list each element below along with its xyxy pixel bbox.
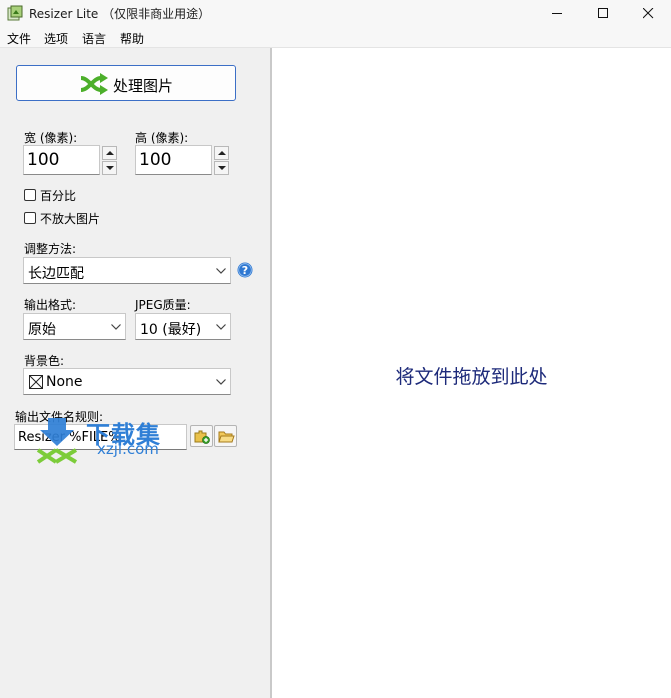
jpeg-quality-select[interactable]: 10 (最好) xyxy=(135,313,231,340)
menu-file[interactable]: 文件 xyxy=(7,30,31,47)
no-enlarge-label: 不放大图片 xyxy=(40,212,101,226)
width-value: 100 xyxy=(27,150,60,170)
height-spin-down[interactable] xyxy=(214,161,229,175)
output-format-select[interactable]: 原始 xyxy=(23,313,126,340)
close-button[interactable] xyxy=(625,0,671,26)
window-title: Resizer Lite （仅限非商业用途） xyxy=(29,7,211,21)
adjust-method-value: 长边匹配 xyxy=(28,266,84,282)
background-color-value: None xyxy=(46,374,83,390)
minimize-icon xyxy=(552,13,562,14)
width-spin-down[interactable] xyxy=(102,161,117,175)
background-color-label: 背景色: xyxy=(24,354,65,368)
process-images-label: 处理图片 xyxy=(113,77,174,95)
close-icon xyxy=(643,8,654,19)
help-icon[interactable]: ? xyxy=(237,262,253,278)
arrow-down-icon xyxy=(106,166,114,170)
shuffle-icon xyxy=(80,73,108,95)
output-format-label: 输出格式: xyxy=(24,298,77,312)
puzzle-add-icon xyxy=(194,430,210,444)
chevron-down-icon xyxy=(111,324,121,330)
chevron-down-icon xyxy=(216,268,226,274)
chevron-down-icon xyxy=(216,379,226,385)
svg-text:?: ? xyxy=(242,264,248,277)
add-variable-button[interactable] xyxy=(190,425,213,447)
jpeg-quality-value: 10 (最好) xyxy=(140,322,202,338)
width-label: 宽 (像素): xyxy=(24,131,78,145)
percent-label: 百分比 xyxy=(40,189,77,203)
minimize-button[interactable] xyxy=(534,0,580,26)
arrow-down-icon xyxy=(218,166,226,170)
width-input[interactable]: 100 xyxy=(23,145,100,175)
adjust-method-label: 调整方法: xyxy=(24,242,77,256)
height-spin-up[interactable] xyxy=(214,146,229,160)
maximize-icon xyxy=(598,8,608,18)
menu-language[interactable]: 语言 xyxy=(82,30,106,47)
arrow-up-icon xyxy=(106,151,114,155)
height-input[interactable]: 100 xyxy=(135,145,212,175)
menu-options[interactable]: 选项 xyxy=(44,30,68,47)
title-bar: Resizer Lite （仅限非商业用途） xyxy=(0,0,671,26)
no-enlarge-checkbox[interactable] xyxy=(24,212,36,224)
menu-bar: 文件 选项 语言 帮助 xyxy=(0,26,671,48)
process-images-button[interactable]: 处理图片 xyxy=(16,65,236,101)
drop-zone[interactable]: 将文件拖放到此处 xyxy=(272,48,671,698)
jpeg-quality-label: JPEG质量: xyxy=(135,298,191,312)
width-spin-up[interactable] xyxy=(102,146,117,160)
drop-zone-text: 将文件拖放到此处 xyxy=(395,366,548,388)
watermark-url: xzji.com xyxy=(97,440,159,458)
no-color-icon xyxy=(29,375,43,389)
maximize-button[interactable] xyxy=(580,0,626,26)
percent-checkbox[interactable] xyxy=(24,189,36,201)
browse-folder-button[interactable] xyxy=(214,425,237,447)
height-value: 100 xyxy=(139,150,172,170)
app-icon xyxy=(7,5,23,21)
folder-open-icon xyxy=(218,431,235,443)
height-label: 高 (像素): xyxy=(135,131,189,145)
chevron-down-icon xyxy=(216,324,226,330)
background-color-select[interactable]: None xyxy=(23,368,231,395)
adjust-method-select[interactable]: 长边匹配 xyxy=(23,257,231,284)
output-format-value: 原始 xyxy=(28,322,56,338)
menu-help[interactable]: 帮助 xyxy=(120,30,144,47)
arrow-up-icon xyxy=(218,151,226,155)
